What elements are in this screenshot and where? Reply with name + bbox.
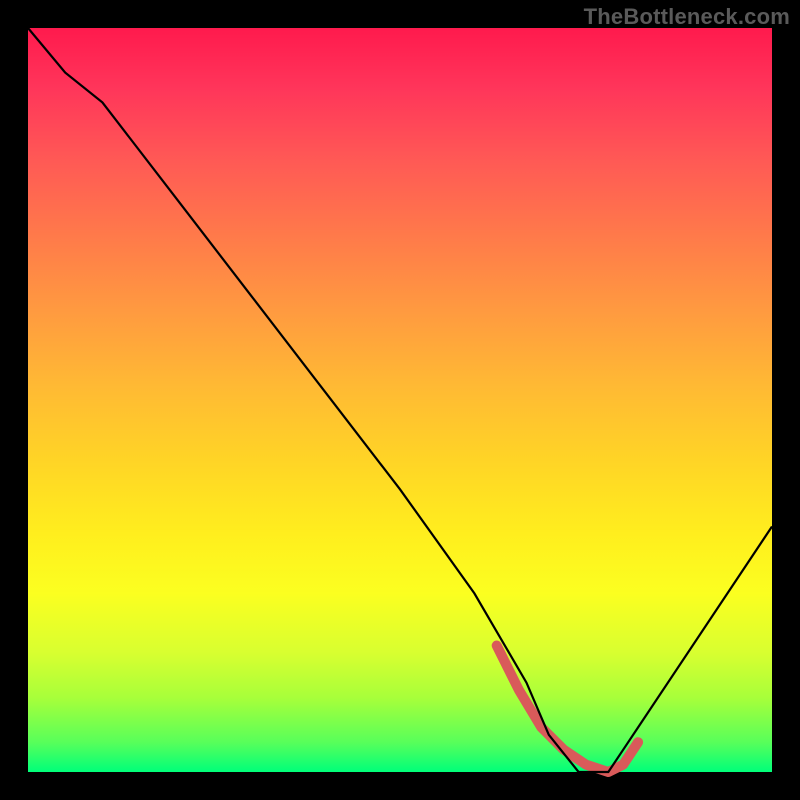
watermark-label: TheBottleneck.com — [584, 4, 790, 30]
bottleneck-curve-line — [28, 28, 772, 772]
highlight-segment — [497, 646, 638, 773]
bottleneck-chart — [0, 0, 800, 800]
